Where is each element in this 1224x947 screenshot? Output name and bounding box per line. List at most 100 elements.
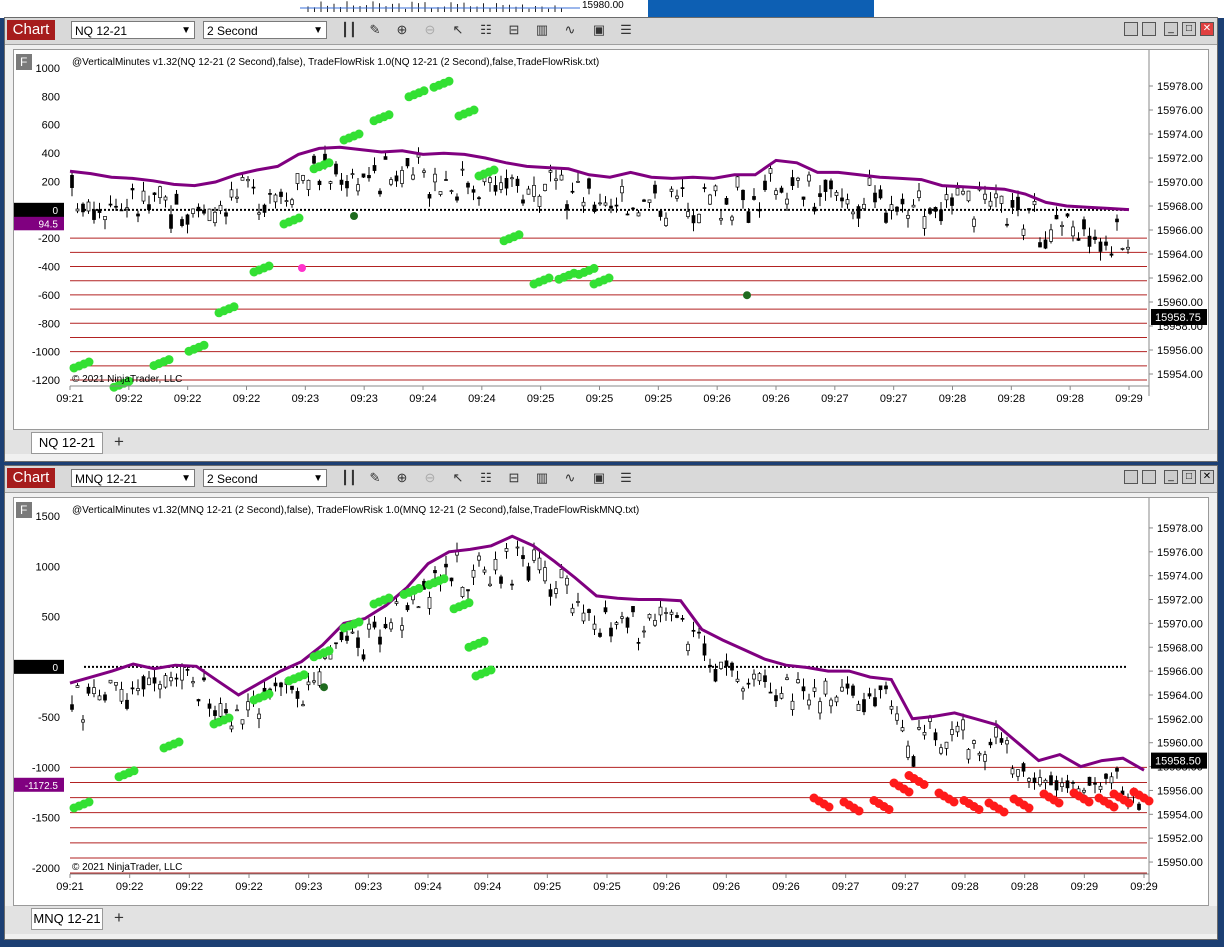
candle-body	[141, 676, 146, 690]
maximize-icon[interactable]: □	[1182, 22, 1196, 36]
instrument-selector[interactable]: NQ 12-21 ▼	[71, 21, 195, 39]
restore-icon[interactable]	[1124, 22, 1138, 36]
candle-body	[438, 191, 443, 195]
candle-body	[152, 677, 157, 684]
menu-icon[interactable]: ☰	[617, 22, 635, 38]
price-axis-label: 15976.00	[1157, 547, 1203, 559]
indicators-icon[interactable]: ∿	[561, 22, 579, 38]
candle-body	[499, 576, 503, 584]
time-axis-label: 09:28	[939, 393, 967, 405]
add-tab-icon[interactable]: +	[109, 432, 129, 452]
zoom-out-icon[interactable]: ⊖	[421, 22, 439, 38]
instrument-selector[interactable]: MNQ 12-21 ▼	[71, 469, 195, 487]
pointer-icon[interactable]: ↖	[449, 22, 467, 38]
candle-body	[361, 654, 366, 660]
close-icon[interactable]: ✕	[1200, 470, 1214, 484]
candle-body	[350, 631, 355, 634]
drawing-tool-icon[interactable]: ✎	[366, 470, 384, 486]
minimize-icon[interactable]: _	[1164, 22, 1178, 36]
buy-marker	[294, 213, 304, 223]
sell-marker	[1144, 796, 1154, 806]
candle-body	[1115, 218, 1119, 223]
templates-icon[interactable]: ▣	[590, 470, 608, 486]
candle-body	[631, 207, 635, 210]
candle-body	[224, 709, 228, 714]
data-box-icon[interactable]: ☷	[477, 470, 495, 486]
delta-badge-text: 0	[52, 206, 58, 217]
window-title[interactable]: Chart	[7, 468, 55, 488]
candle-body	[1093, 782, 1097, 785]
strategies-icon[interactable]: ▥	[533, 470, 551, 486]
maximize-icon[interactable]	[1142, 470, 1156, 484]
candle-body	[119, 689, 124, 702]
menu-icon[interactable]: ☰	[617, 470, 635, 486]
candle-body	[174, 193, 179, 205]
left-axis-label: 800	[42, 91, 60, 103]
chart-properties-icon[interactable]: ⊟	[505, 470, 523, 486]
candle-body	[746, 682, 751, 685]
price-axis-label: 15960.00	[1157, 738, 1203, 750]
candle-body	[592, 204, 597, 212]
candle-body	[730, 662, 734, 671]
candle-body	[895, 206, 899, 212]
drawing-tool-icon[interactable]: ✎	[366, 22, 384, 38]
chart-panel[interactable]: @VerticalMinutes v1.32(NQ 12-21 (2 Secon…	[13, 49, 1209, 430]
sell-marker	[974, 805, 984, 814]
close-icon[interactable]: ✕	[1200, 22, 1214, 36]
candle-body	[1049, 775, 1053, 786]
maximize-icon[interactable]	[1142, 22, 1156, 36]
candle-body	[669, 611, 674, 615]
chart-plot[interactable]: @VerticalMinutes v1.32(MNQ 12-21 (2 Seco…	[14, 498, 1208, 905]
data-box-icon[interactable]: ☷	[477, 22, 495, 38]
candle-body	[779, 187, 784, 193]
bar-type-icon[interactable]: ┃┃	[340, 470, 358, 486]
strategies-icon[interactable]: ▥	[533, 22, 551, 38]
maximize-icon[interactable]: □	[1182, 470, 1196, 484]
candle-body	[246, 701, 250, 711]
tab-mnq[interactable]: MNQ 12-21	[31, 908, 103, 930]
templates-icon[interactable]: ▣	[590, 22, 608, 38]
candle-body	[147, 204, 151, 211]
chart-panel[interactable]: @VerticalMinutes v1.32(MNQ 12-21 (2 Seco…	[13, 497, 1209, 906]
candle-body	[1043, 779, 1048, 783]
minimize-icon[interactable]: _	[1164, 470, 1178, 484]
zoom-in-icon[interactable]: ⊕	[393, 22, 411, 38]
price-axis-label: 15972.00	[1157, 595, 1203, 607]
left-axis-label: -1200	[32, 375, 60, 387]
vertical-minutes-line	[69, 534, 1145, 772]
instrument-value: MNQ 12-21	[75, 472, 138, 486]
chart-properties-icon[interactable]: ⊟	[505, 22, 523, 38]
candle-body	[284, 200, 289, 202]
bar-type-icon[interactable]: ┃┃	[340, 22, 358, 38]
candle-body	[961, 719, 965, 731]
indicators-icon[interactable]: ∿	[561, 470, 579, 486]
zoom-in-icon[interactable]: ⊕	[393, 470, 411, 486]
candle-body	[576, 601, 580, 603]
candle-body	[686, 211, 690, 217]
zoom-out-icon[interactable]: ⊖	[421, 470, 439, 486]
candle-body	[889, 705, 894, 710]
candle-body	[724, 660, 729, 667]
candle-body	[823, 680, 828, 695]
candle-body	[246, 179, 250, 182]
candle-body	[180, 666, 184, 681]
candle-body	[966, 190, 971, 202]
candle-body	[229, 189, 234, 198]
candle-body	[202, 209, 206, 214]
chart-plot[interactable]: @VerticalMinutes v1.32(NQ 12-21 (2 Secon…	[14, 50, 1208, 429]
candle-body	[1098, 785, 1103, 790]
restore-icon[interactable]	[1124, 470, 1138, 484]
chart-toolbar: Chart NQ 12-21 ▼ 2 Second ▼ ┃┃ ✎ ⊕ ⊖ ↖ ☷ ⊟…	[5, 18, 1217, 45]
tab-nq[interactable]: NQ 12-21	[31, 432, 103, 454]
window-title[interactable]: Chart	[7, 20, 55, 40]
interval-selector[interactable]: 2 Second ▼	[203, 469, 327, 487]
candle-body	[939, 209, 943, 222]
interval-selector[interactable]: 2 Second ▼	[203, 21, 327, 39]
candle-body	[790, 177, 795, 186]
candle-body	[702, 643, 707, 656]
candle-body	[350, 173, 355, 175]
candle-body	[361, 173, 366, 178]
pointer-icon[interactable]: ↖	[449, 470, 467, 486]
add-tab-icon[interactable]: +	[109, 908, 129, 928]
candle-body	[433, 173, 437, 183]
